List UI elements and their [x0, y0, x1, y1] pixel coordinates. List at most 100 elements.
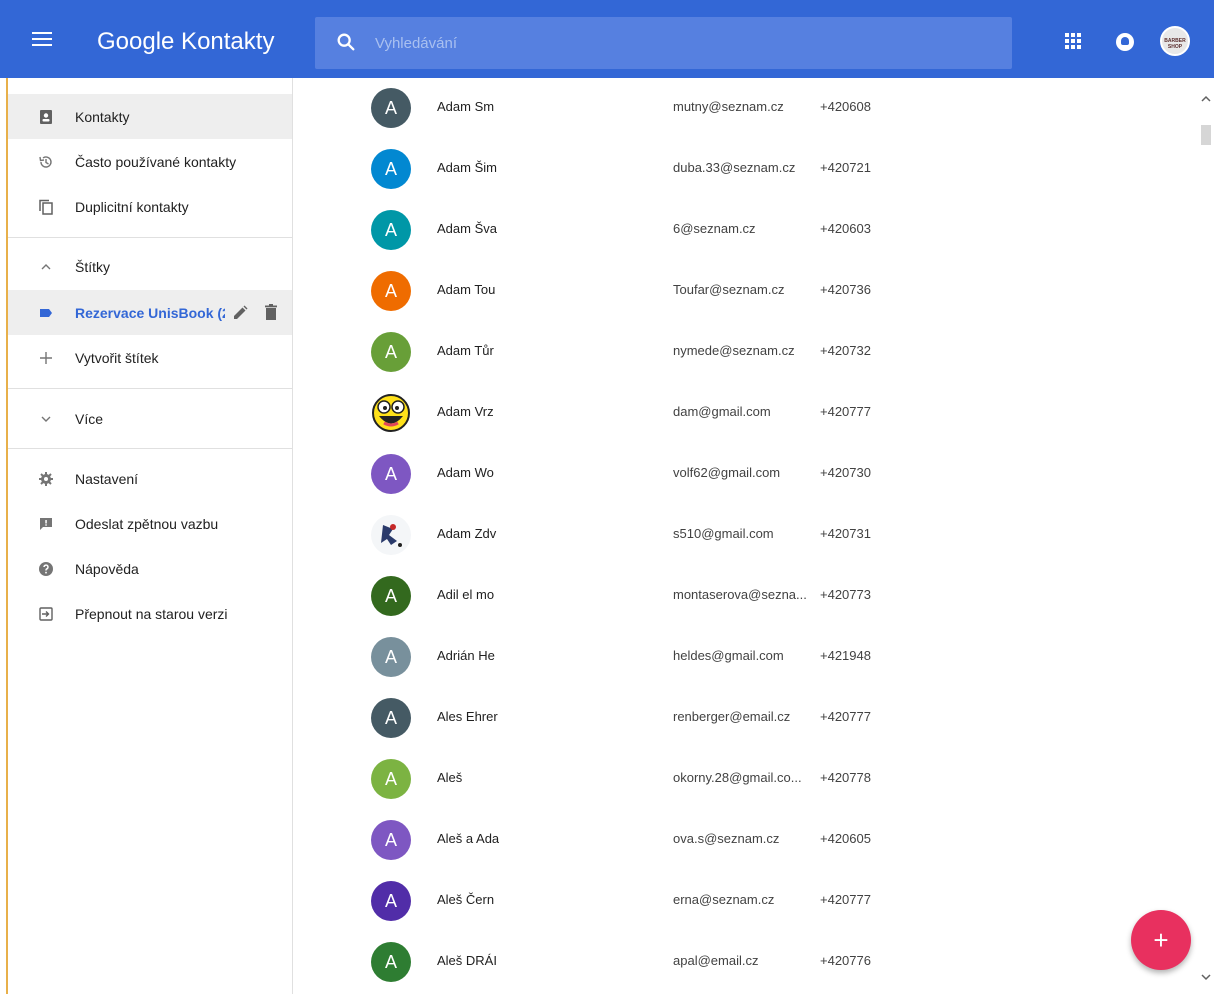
contact-email: s510@gmail.com: [673, 526, 774, 541]
contact-phone: +420730: [820, 465, 871, 480]
search-icon: [337, 33, 355, 51]
app-title: Google Kontakty: [97, 28, 275, 55]
contact-phone: +420731: [820, 526, 871, 541]
contact-name: Adam Vrz: [437, 404, 494, 419]
sidebar-divider: [8, 388, 292, 389]
contact-row[interactable]: A Ales Ehrer renberger@email.cz +420777: [293, 688, 1198, 749]
contact-name: Ales Ehrer: [437, 709, 498, 724]
contact-phone: +420736: [820, 282, 871, 297]
contact-row[interactable]: A Adam Wo volf62@gmail.com +420730: [293, 444, 1198, 505]
contact-avatar: A: [371, 637, 411, 677]
sidebar-divider: [8, 448, 292, 449]
contact-row[interactable]: A Adam Sm mutny@seznam.cz +420608: [293, 78, 1198, 139]
sidebar-item-feedback[interactable]: Odeslat zpětnou vazbu: [8, 501, 292, 546]
contact-avatar: A: [371, 698, 411, 738]
labels-section-toggle[interactable]: Štítky: [8, 244, 292, 289]
account-avatar[interactable]: BARBER SHOP: [1160, 26, 1190, 56]
contact-phone: +420777: [820, 709, 871, 724]
contact-email: dam@gmail.com: [673, 404, 771, 419]
contact-phone: +420776: [820, 953, 871, 968]
contact-email: volf62@gmail.com: [673, 465, 781, 480]
contact-row[interactable]: A Aleš DRÁI apal@email.cz +420776: [293, 932, 1198, 993]
sidebar-item-label: Nastavení: [75, 470, 139, 487]
contact-avatar: A: [371, 332, 411, 372]
contact-avatar: A: [371, 881, 411, 921]
contact-avatar: A: [371, 210, 411, 250]
contact-row[interactable]: Adam Vrz dam@gmail.com +420777: [293, 383, 1198, 444]
menu-icon[interactable]: [30, 28, 54, 52]
contact-email: duba.33@seznam.cz: [673, 160, 796, 175]
contact-name: Aleš Čern: [437, 892, 495, 907]
sidebar-item-label: Duplicitní kontakty: [75, 198, 189, 215]
chevron-down-icon: [41, 416, 51, 422]
sidebar-item-settings[interactable]: Nastavení: [8, 456, 292, 501]
contact-row[interactable]: A Adam Šva 6@seznam.cz +420603: [293, 200, 1198, 261]
emoji-face-avatar: [372, 394, 410, 432]
contact-row[interactable]: A Adam Tou Toufar@seznam.cz +420736: [293, 261, 1198, 322]
notifications-icon[interactable]: [1116, 33, 1134, 51]
contact-avatar: A: [371, 820, 411, 860]
contact-email: okorny.28@gmail.co...: [673, 770, 802, 785]
contact-name: Aleš: [437, 770, 463, 785]
contact-row[interactable]: Adam Zdv s510@gmail.com +420731: [293, 505, 1198, 566]
contact-name: Adam Šim: [437, 160, 497, 175]
labels-section-title: Štítky: [75, 258, 111, 275]
contacts-icon: [40, 109, 52, 124]
gear-icon: [39, 471, 53, 486]
contact-phone: +420605: [820, 831, 871, 846]
sidebar: Kontakty Často používané kontakty Duplic…: [8, 78, 293, 994]
contact-row[interactable]: A Adil el mo montaserova@sezna... +42077…: [293, 566, 1198, 627]
contact-row[interactable]: A Adrián He heldes@gmail.com +421948: [293, 627, 1198, 688]
scrollbar[interactable]: [1198, 78, 1214, 994]
contact-phone: +420603: [820, 221, 871, 236]
contact-row[interactable]: A Adam Šim duba.33@seznam.cz +420721: [293, 139, 1198, 200]
contact-name: Adrián He: [437, 648, 495, 663]
sidebar-item-label-rezervace[interactable]: Rezervace UnisBook (2: [8, 290, 292, 335]
add-contact-button[interactable]: +: [1131, 910, 1191, 970]
scroll-up-icon[interactable]: [1201, 94, 1211, 104]
sidebar-item-frequent[interactable]: Často používané kontakty: [8, 139, 292, 184]
scroll-down-icon[interactable]: [1201, 972, 1211, 982]
photo-avatar: [371, 515, 411, 555]
contact-phone: +420732: [820, 343, 871, 358]
contact-name: Adam Šva: [437, 221, 497, 236]
contact-phone: +421948: [820, 648, 871, 663]
contact-avatar: A: [371, 88, 411, 128]
contact-row[interactable]: A Aleš Čern erna@seznam.cz +420777: [293, 871, 1198, 932]
avatar-logo-text: BARBER SHOP: [1164, 38, 1186, 50]
contact-phone: +420777: [820, 404, 871, 419]
contact-row[interactable]: A Aleš okorny.28@gmail.co... +420778: [293, 749, 1198, 810]
sidebar-item-label: Přepnout na starou verzi: [75, 605, 228, 622]
feedback-icon: [40, 517, 52, 530]
sidebar-item-help[interactable]: Nápověda: [8, 546, 292, 591]
chevron-up-icon: [41, 263, 51, 269]
sidebar-item-duplicates[interactable]: Duplicitní kontakty: [8, 184, 292, 229]
help-icon: [39, 561, 53, 576]
create-label-button[interactable]: Vytvořit štítek: [8, 335, 292, 380]
contact-row[interactable]: A Aleš a Ada ova.s@seznam.cz +420605: [293, 810, 1198, 871]
more-toggle[interactable]: Více: [8, 396, 292, 441]
contact-avatar: A: [371, 759, 411, 799]
sidebar-item-label: Více: [75, 410, 104, 427]
edit-icon[interactable]: [231, 304, 249, 322]
contact-email: Toufar@seznam.cz: [673, 282, 785, 297]
apps-grid-icon[interactable]: [1065, 33, 1081, 49]
sidebar-item-contacts[interactable]: Kontakty: [8, 94, 292, 139]
contact-row[interactable]: A Adam Tůr nymede@seznam.cz +420732: [293, 322, 1198, 383]
search-bar[interactable]: [315, 17, 1012, 69]
contact-avatar: A: [371, 942, 411, 982]
sidebar-item-label: Nápověda: [75, 560, 139, 577]
exit-icon: [39, 606, 53, 621]
sidebar-item-old-version[interactable]: Přepnout na starou verzi: [8, 591, 292, 636]
sidebar-item-label: Často používané kontakty: [75, 153, 237, 170]
scrollbar-thumb[interactable]: [1201, 125, 1211, 145]
sidebar-item-label: Rezervace UnisBook (2: [75, 304, 225, 321]
contact-name: Aleš DRÁI: [437, 953, 497, 968]
trash-icon[interactable]: [264, 303, 278, 321]
search-input[interactable]: [375, 29, 975, 57]
contact-avatar: A: [371, 271, 411, 311]
contact-name: Adam Sm: [437, 99, 495, 114]
contact-name: Aleš a Ada: [437, 831, 499, 846]
contact-name: Adam Zdv: [437, 526, 497, 541]
contact-phone: +420773: [820, 587, 871, 602]
